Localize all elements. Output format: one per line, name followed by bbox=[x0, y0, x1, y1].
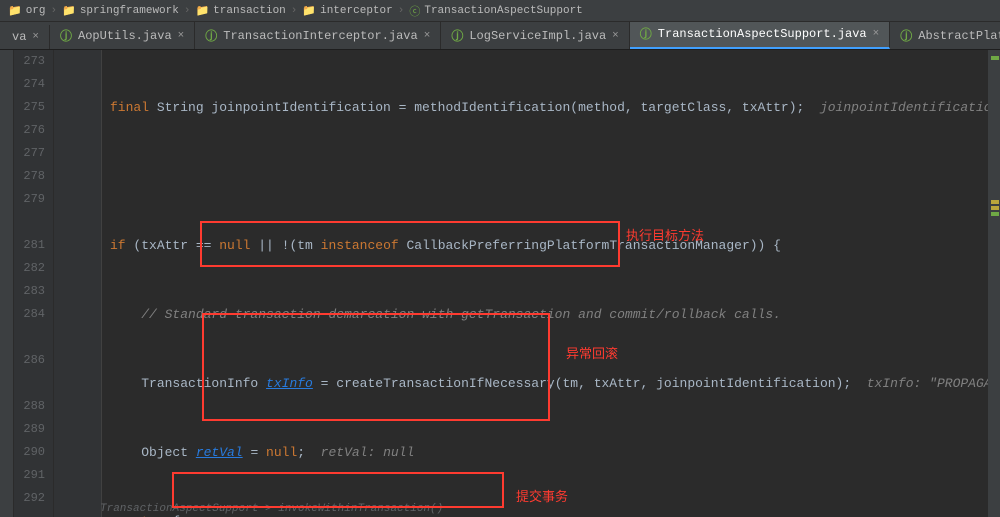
tab-txaspect[interactable]: ⓙTransactionAspectSupport.java× bbox=[630, 22, 890, 49]
close-icon[interactable]: × bbox=[612, 30, 619, 42]
code-editor[interactable]: 273274275 276277278 279281 282283284 286… bbox=[0, 50, 1000, 517]
chevron-icon: › bbox=[184, 5, 191, 17]
annotation-invoke: 执行目标方法 bbox=[626, 225, 704, 248]
code-area[interactable]: final String joinpointIdentification = m… bbox=[102, 50, 988, 517]
chevron-icon: › bbox=[398, 5, 405, 17]
crumb-org[interactable]: org bbox=[26, 5, 46, 17]
tab-aoputils[interactable]: ⓙAopUtils.java× bbox=[50, 22, 195, 49]
tab-logservice[interactable]: ⓙLogServiceImpl.java× bbox=[441, 22, 629, 49]
breadcrumb-footer[interactable]: TransactionAspectSupport > invokeWithinT… bbox=[100, 503, 443, 515]
error-stripe[interactable] bbox=[988, 50, 1000, 517]
close-icon[interactable]: × bbox=[32, 31, 39, 43]
tab-abstracttx[interactable]: ⓙAbstractPlatformTransactionManager.java… bbox=[890, 22, 1000, 49]
indent-strip bbox=[54, 50, 102, 517]
chevron-icon: › bbox=[51, 5, 58, 17]
close-icon[interactable]: × bbox=[873, 28, 880, 40]
chevron-icon: › bbox=[291, 5, 298, 17]
tab-txinterceptor[interactable]: ⓙTransactionInterceptor.java× bbox=[195, 22, 441, 49]
left-gutter-strip bbox=[0, 50, 14, 517]
highlight-box-rollback bbox=[202, 313, 550, 421]
crumb-class[interactable]: TransactionAspectSupport bbox=[424, 5, 582, 17]
crumb-int[interactable]: interceptor bbox=[320, 5, 393, 17]
annotation-rollback: 异常回滚 bbox=[566, 343, 618, 366]
breadcrumb[interactable]: 📁org › 📁springframework › 📁transaction ›… bbox=[0, 0, 1000, 22]
line-gutter: 273274275 276277278 279281 282283284 286… bbox=[14, 50, 54, 517]
close-icon[interactable]: × bbox=[424, 30, 431, 42]
tab-va[interactable]: va× bbox=[2, 25, 50, 49]
close-icon[interactable]: × bbox=[178, 30, 185, 42]
annotation-commit: 提交事务 bbox=[516, 486, 568, 509]
crumb-spring[interactable]: springframework bbox=[80, 5, 179, 17]
crumb-tx[interactable]: transaction bbox=[213, 5, 286, 17]
editor-tabs: va× ⓙAopUtils.java× ⓙTransactionIntercep… bbox=[0, 22, 1000, 50]
